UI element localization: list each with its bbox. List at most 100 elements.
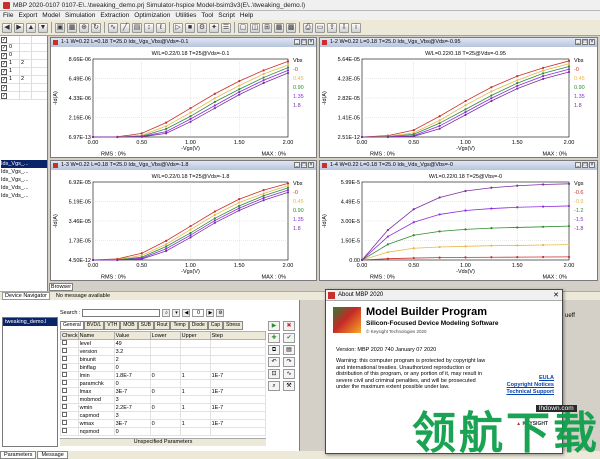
- tree-item[interactable]: Ids_Vds_...: [1, 192, 47, 200]
- tune-icon[interactable]: ☰: [221, 22, 231, 33]
- tab-temp[interactable]: Temp: [170, 321, 189, 330]
- maximize-icon[interactable]: □: [301, 162, 307, 168]
- cell-upper[interactable]: 1: [179, 403, 211, 412]
- table-row[interactable]: mobmod 3: [60, 395, 267, 404]
- model-list-item[interactable]: tweaking_demo.l: [3, 318, 57, 326]
- table-row[interactable]: version 3.2: [60, 347, 267, 356]
- menu-tool[interactable]: Tool: [201, 12, 213, 19]
- row-checkbox[interactable]: [62, 348, 67, 353]
- table-row[interactable]: ✓ 1 2: [0, 76, 47, 84]
- simulate-icon[interactable]: ▷: [173, 22, 183, 33]
- cell-value[interactable]: 3.2: [113, 347, 151, 356]
- cell-lower[interactable]: 0: [149, 419, 181, 428]
- cell-step[interactable]: 1E-7: [209, 387, 267, 396]
- column-header-check[interactable]: Check: [60, 331, 79, 340]
- export-icon[interactable]: ⇪: [327, 22, 337, 33]
- unspecified-parameters-bar[interactable]: Unspecified Parameters: [60, 438, 266, 446]
- menu-simulation[interactable]: Simulation: [65, 12, 95, 19]
- row-checkbox[interactable]: [62, 380, 67, 385]
- maximize-icon[interactable]: □: [582, 39, 588, 45]
- close-icon[interactable]: ×: [589, 162, 595, 168]
- cell-upper[interactable]: 1: [179, 371, 211, 380]
- row-checkbox[interactable]: [62, 340, 67, 345]
- plot-pane[interactable]: 1-1 W=0.22 L=0.18 T=25.0 Ids_Vgs_Vbs@Vds…: [50, 37, 317, 158]
- cell-value[interactable]: 3: [113, 411, 151, 420]
- cell-step[interactable]: 1E-7: [209, 419, 267, 428]
- cell-step[interactable]: 1E-7: [209, 403, 267, 412]
- cell-step[interactable]: [209, 411, 267, 420]
- maximize-icon[interactable]: □: [301, 39, 307, 45]
- cell-upper[interactable]: [179, 355, 211, 364]
- cell-upper[interactable]: 1: [179, 419, 211, 428]
- close-icon[interactable]: ×: [308, 162, 314, 168]
- tab-vth[interactable]: VTH: [104, 321, 121, 330]
- cell-upper[interactable]: [179, 395, 211, 404]
- cell-value[interactable]: 2: [113, 355, 151, 364]
- row-checkbox[interactable]: [62, 372, 67, 377]
- cell-value[interactable]: 3E-7: [113, 387, 151, 396]
- tab-parameters[interactable]: Parameters: [0, 451, 37, 459]
- layout-6-icon[interactable]: ▦: [274, 22, 284, 33]
- info-icon[interactable]: i: [351, 22, 361, 33]
- stop-icon[interactable]: ■: [185, 22, 195, 33]
- layout-4-icon[interactable]: ⊞: [262, 22, 272, 33]
- extract-icon[interactable]: ⚙: [197, 22, 207, 33]
- scale-icon[interactable]: ↕: [144, 22, 154, 33]
- chart-icon[interactable]: ∿: [108, 22, 118, 33]
- table-row[interactable]: ✓ 1: [0, 68, 47, 76]
- cell-lower[interactable]: 0: [149, 387, 181, 396]
- menu-help[interactable]: Help: [240, 12, 253, 19]
- back-icon[interactable]: ◀: [2, 22, 12, 33]
- menu-file[interactable]: File: [3, 12, 13, 19]
- cell-lower[interactable]: 0: [149, 403, 181, 412]
- table-icon[interactable]: ▤: [132, 22, 142, 33]
- chart-small-icon[interactable]: ∿: [283, 369, 295, 379]
- column-header-step[interactable]: Step: [209, 331, 267, 340]
- next-icon[interactable]: ▶: [206, 309, 215, 317]
- minimize-icon[interactable]: _: [575, 162, 581, 168]
- layout-9-icon[interactable]: ▩: [286, 22, 296, 33]
- row-checkbox[interactable]: [62, 412, 67, 417]
- cell-upper[interactable]: [179, 363, 211, 372]
- row-checkbox[interactable]: ✓: [1, 92, 7, 99]
- cell-value[interactable]: 2.2E-7: [113, 403, 151, 412]
- paste-icon[interactable]: ▤: [283, 345, 295, 355]
- cell-value[interactable]: 3: [113, 395, 151, 404]
- tree-item[interactable]: Ids_Vgs_...: [1, 168, 47, 176]
- menu-extraction[interactable]: Extraction: [100, 12, 129, 19]
- table-row[interactable]: ✓: [0, 92, 47, 100]
- row-checkbox[interactable]: ✓: [1, 52, 7, 59]
- redo-icon[interactable]: ↷: [283, 357, 295, 367]
- table-row[interactable]: binunit 2: [60, 355, 267, 364]
- cell-step[interactable]: [209, 363, 267, 372]
- refresh-icon[interactable]: ↻: [91, 22, 101, 33]
- row-checkbox[interactable]: [62, 420, 67, 425]
- cell-step[interactable]: [209, 347, 267, 356]
- tab-mob[interactable]: MOB: [120, 321, 138, 330]
- table-row[interactable]: wmax 3E-7 0 1 1E-7: [60, 419, 267, 428]
- cell-lower[interactable]: [149, 427, 181, 436]
- table-row[interactable]: ✓: [0, 36, 47, 44]
- tree-item[interactable]: Ids_Vds_...: [1, 184, 47, 192]
- minimize-icon[interactable]: _: [575, 39, 581, 45]
- delete-icon[interactable]: ✖: [283, 321, 295, 331]
- search-icon[interactable]: ⌕: [162, 309, 171, 317]
- minimize-icon[interactable]: _: [294, 162, 300, 168]
- apply-icon[interactable]: ✔: [283, 333, 295, 343]
- row-checkbox[interactable]: ✓: [1, 84, 7, 91]
- cell-upper[interactable]: [179, 427, 211, 436]
- table-row[interactable]: ✓: [0, 84, 47, 92]
- row-checkbox[interactable]: [62, 404, 67, 409]
- counter-field[interactable]: 0: [192, 309, 205, 317]
- table-row[interactable]: level 49: [60, 339, 267, 348]
- tree-item[interactable]: Ids_Vgs_...: [1, 160, 47, 168]
- forward-icon[interactable]: ▶: [14, 22, 24, 33]
- tab-general[interactable]: General: [60, 321, 84, 330]
- column-header-value[interactable]: Value: [113, 331, 151, 340]
- row-checkbox[interactable]: [62, 388, 67, 393]
- table-row[interactable]: ✓ 1 2: [0, 60, 47, 68]
- cell-upper[interactable]: [179, 379, 211, 388]
- table-row[interactable]: paramchk 0: [60, 379, 267, 388]
- cell-value[interactable]: 0: [113, 427, 151, 436]
- row-checkbox[interactable]: ✓: [1, 76, 7, 83]
